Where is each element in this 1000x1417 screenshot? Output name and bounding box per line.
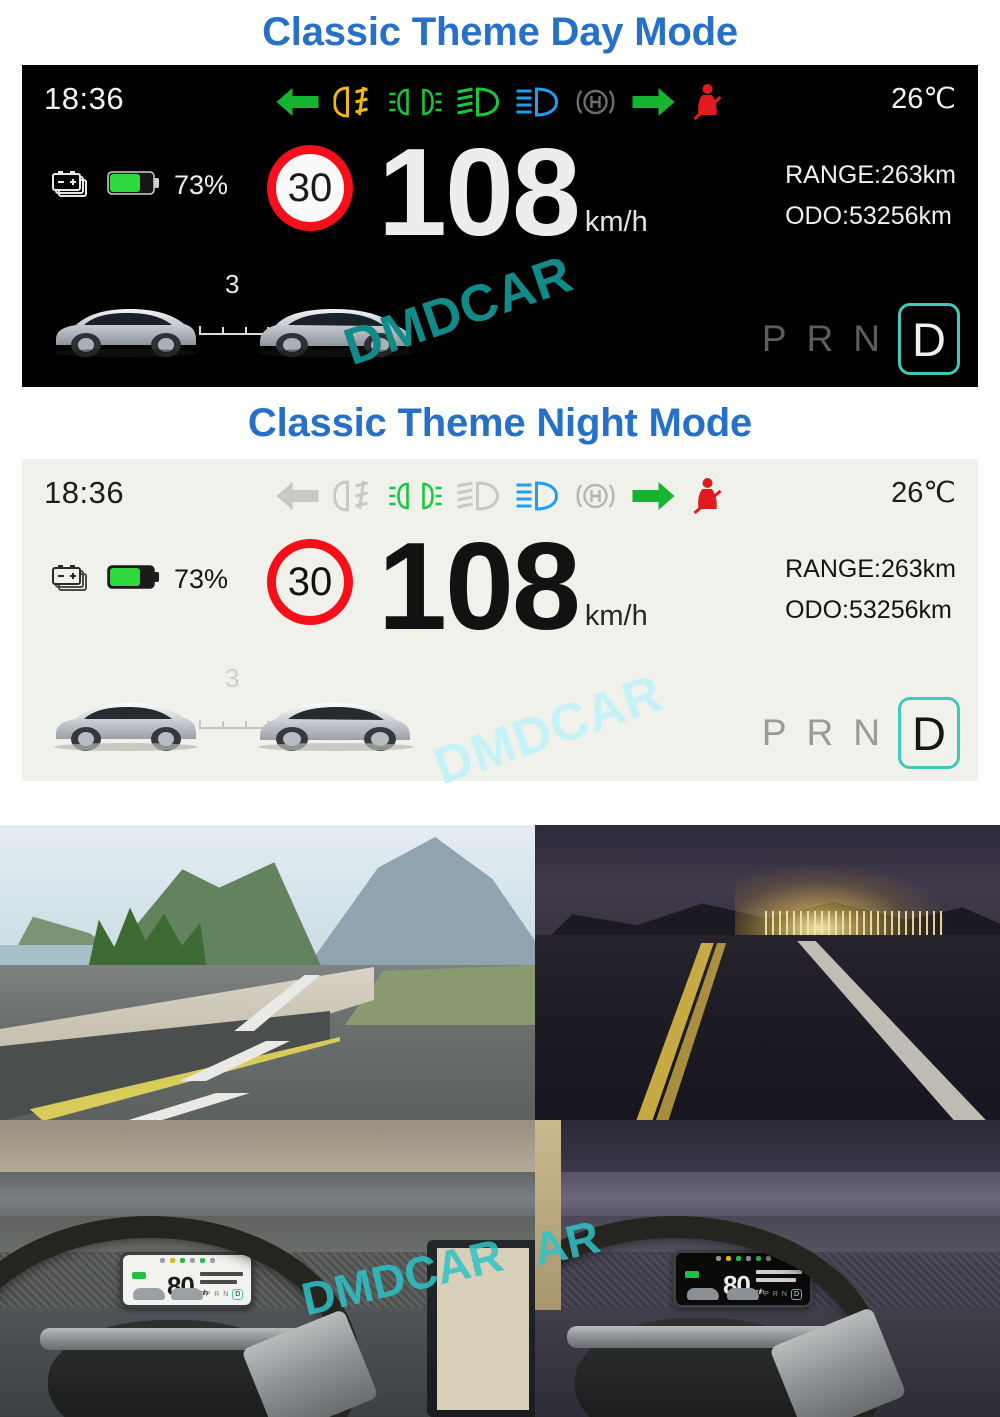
position-lamp-indicator-icon [389,86,443,118]
center-touchscreen-content-day[interactable] [437,1248,529,1410]
low-beam-indicator-icon [456,86,502,118]
windshield-view-day [0,1120,535,1172]
high-beam-indicator-icon [515,480,561,512]
following-distance-group-day: 3 [42,269,422,371]
speed-group-day: 108 km/h [378,131,648,255]
range-readout-day: RANGE:263km [785,161,956,189]
speed-group-night: 108 km/h [378,525,648,649]
day-mode-title: Classic Theme Day Mode [262,10,738,54]
turn-left-indicator-icon [275,86,321,118]
turn-right-indicator-icon [631,86,677,118]
turn-right-indicator-icon [631,480,677,512]
seatbelt-warning-indicator-icon [690,83,726,121]
battery-percent-day: 73% [174,170,229,200]
position-lamp-indicator-icon [389,480,443,512]
middle-row-day: 73% 30 108 km/h RANGE:263km ODO:53256km [22,131,978,257]
cluster-panel-night: 18:36 26℃ 73% 30 108 km/h RANGE:263km OD… [22,459,978,781]
telltale-row-day [275,80,726,124]
seatbelt-warning-indicator-icon [690,477,726,515]
gear-p-day[interactable]: P [762,318,787,360]
interior-photo-day: 80km/h P R N D DMDCAR [0,1120,535,1417]
ego-car-icon [252,300,417,363]
high-beam-indicator-icon [515,86,561,118]
turn-left-indicator-icon [275,480,321,512]
low-beam-indicator-icon [456,480,502,512]
following-distance-value-night: 3 [225,663,240,693]
following-distance-value-day: 3 [225,269,240,299]
parking-brake-indicator-icon [574,86,618,118]
gear-p-night[interactable]: P [762,712,787,754]
door-trim-night [535,1120,561,1310]
clock-day: 18:36 [44,81,125,116]
gear-selector-night[interactable]: P R N D [762,697,960,769]
distant-city-lights [765,911,945,937]
range-readout-night: RANGE:263km [785,555,956,583]
battery-group-day: 73% [50,167,228,204]
photo-strip: 80km/h P R N D DMDCAR [0,825,1000,1417]
bottom-row-day: 3 P R N D [22,259,978,387]
gear-selector-day[interactable]: P R N D [762,303,960,375]
gear-r-night[interactable]: R [807,712,834,754]
front-fog-lamp-indicator-icon [333,85,376,119]
gear-d-active-day[interactable]: D [898,303,960,375]
odometer-readout-night: ODO:53256km [785,595,952,624]
road-photo-day [0,825,535,1120]
odometer-readout-day: ODO:53256km [785,201,952,230]
telltale-row-night [275,474,726,518]
windshield-view-night [535,1120,1000,1172]
speed-value-day: 108 [378,124,581,262]
speed-value-night: 108 [378,518,581,656]
speed-unit-night: km/h [584,600,648,632]
temperature-day: 26℃ [891,83,956,115]
temperature-night: 26℃ [891,477,956,509]
parking-brake-indicator-icon [574,480,618,512]
cluster-panel-day: 18:36 26℃ 73% 30 108 km/h RANGE:263km OD… [22,65,978,387]
trip-info-day: RANGE:263km ODO:53256km [785,155,956,236]
aux-battery-icon [50,167,94,204]
ego-car-icon [252,694,417,757]
speed-unit-day: km/h [584,206,648,238]
road-photo-night [535,825,1000,1120]
lead-car-icon [50,694,200,757]
aux-battery-icon [50,561,94,598]
gear-n-night[interactable]: N [853,712,880,754]
hv-battery-level-icon [107,168,161,203]
dashboard-top-night [535,1172,1000,1216]
clock-night: 18:36 [44,475,125,510]
lead-car-icon [50,300,200,363]
trip-info-night: RANGE:263km ODO:53256km [785,549,956,630]
dashboard-top-day [0,1172,535,1216]
gear-n-day[interactable]: N [853,318,880,360]
battery-percent-night: 73% [174,564,229,594]
speed-limit-sign-night: 30 [267,539,353,625]
gear-r-day[interactable]: R [807,318,834,360]
battery-group-night: 73% [50,561,228,598]
hv-battery-level-icon [107,562,161,597]
gear-d-active-night[interactable]: D [898,697,960,769]
middle-row-night: 73% 30 108 km/h RANGE:263km ODO:53256km [22,525,978,651]
bottom-row-night: 3 P R N D [22,653,978,781]
interior-photo-night: 80km/h P R N D AR [535,1120,1000,1417]
front-fog-lamp-indicator-icon [333,479,376,513]
following-distance-group-night: 3 [42,663,422,765]
night-mode-title: Classic Theme Night Mode [247,401,753,445]
speed-limit-sign-day: 30 [267,145,353,231]
